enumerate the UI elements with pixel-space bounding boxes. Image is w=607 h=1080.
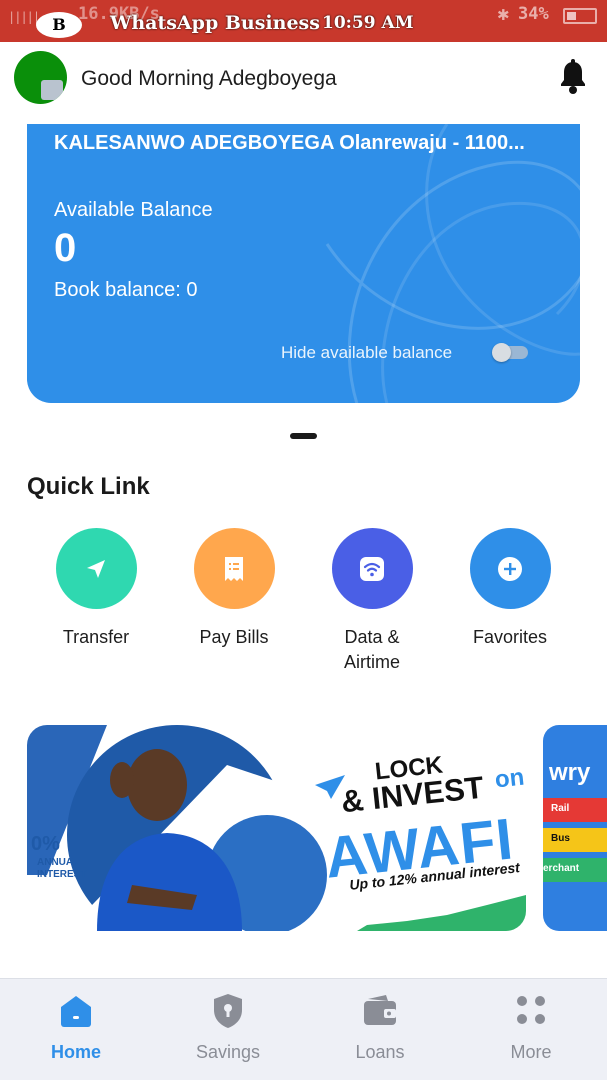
banner2-row-bus: Bus bbox=[543, 828, 607, 852]
book-balance: Book balance: 0 bbox=[54, 279, 198, 301]
balance-card[interactable]: KALESANWO ADEGBOYEGA Olanrewaju - 1100..… bbox=[27, 124, 580, 403]
plus-icon bbox=[498, 556, 522, 581]
bottom-nav: Home Savings Loans More bbox=[0, 978, 607, 1080]
quick-link-pay-bills[interactable]: Pay Bills bbox=[169, 528, 299, 650]
send-icon bbox=[87, 559, 105, 578]
hide-balance-label: Hide available balance bbox=[281, 343, 453, 362]
quick-link-title: Quick Link bbox=[27, 473, 150, 500]
wallet-icon bbox=[364, 995, 396, 1025]
quick-link-data-airtime[interactable]: Data & Airtime bbox=[307, 528, 437, 675]
nav-home-label: Home bbox=[50, 1042, 101, 1062]
promo-on: on bbox=[493, 763, 526, 794]
battery-icon bbox=[563, 8, 597, 24]
pay-bills-button[interactable] bbox=[193, 528, 275, 609]
avatar[interactable] bbox=[14, 51, 67, 104]
nav-loans[interactable]: Loans bbox=[325, 979, 435, 1080]
greeting-text: Good Morning Adegboyega bbox=[81, 67, 337, 90]
notification-app-title: WhatsApp Business bbox=[110, 12, 320, 34]
shield-keyhole-icon bbox=[214, 994, 242, 1028]
battery-percent: 34% bbox=[518, 4, 549, 24]
wifi-icon bbox=[360, 556, 384, 581]
status-time: 10:59 AM bbox=[322, 13, 414, 33]
promo-banner-transport[interactable]: wry Rail Bus erchant bbox=[543, 725, 607, 931]
favorites-label: Favorites bbox=[472, 627, 548, 647]
available-balance-label: Available Balance bbox=[54, 199, 213, 221]
promo-interest-fragment: 0% bbox=[31, 833, 60, 855]
grid-dots-icon bbox=[517, 996, 545, 1024]
whatsapp-business-badge: B bbox=[36, 12, 82, 38]
nav-savings-label: Savings bbox=[195, 1042, 261, 1062]
data-airtime-button[interactable] bbox=[331, 528, 413, 609]
quick-link-transfer[interactable]: Transfer bbox=[31, 528, 161, 650]
favorites-button[interactable] bbox=[469, 528, 551, 609]
available-balance-value: 0 bbox=[54, 226, 77, 270]
receipt-icon bbox=[225, 556, 243, 581]
nav-savings[interactable]: Savings bbox=[173, 979, 283, 1080]
quick-link-favorites[interactable]: Favorites bbox=[445, 528, 575, 650]
banner2-row-merchant: erchant bbox=[543, 858, 607, 882]
nav-more-label: More bbox=[510, 1042, 552, 1062]
home-icon bbox=[61, 996, 91, 1027]
pay-bills-label: Pay Bills bbox=[199, 627, 269, 647]
bluetooth-icon: ✱ bbox=[497, 7, 510, 24]
nav-loans-label: Loans bbox=[355, 1042, 405, 1062]
status-bar: ||||| B 16.9KB/s WhatsApp Business 10:59… bbox=[0, 0, 607, 42]
hide-balance-toggle[interactable] bbox=[492, 343, 528, 362]
transfer-label: Transfer bbox=[62, 627, 130, 647]
bell-icon[interactable] bbox=[558, 59, 588, 95]
account-name: KALESANWO ADEGBOYEGA Olanrewaju - 1100..… bbox=[54, 132, 525, 154]
banner2-row-rail: Rail bbox=[543, 798, 607, 822]
data-airtime-label: Data & Airtime bbox=[343, 627, 400, 672]
promo-annual: ANNUAL bbox=[37, 857, 80, 868]
promo-banner-awafi[interactable]: 0% ANNUAL INTEREST LOCK & INVEST on AWAF… bbox=[27, 725, 526, 931]
carousel-indicator bbox=[290, 433, 317, 439]
app-header: Good Morning Adegboyega bbox=[0, 42, 607, 117]
promo-interest: INTEREST bbox=[37, 869, 87, 880]
transfer-button[interactable] bbox=[55, 528, 137, 609]
nav-home[interactable]: Home bbox=[21, 979, 131, 1080]
banner2-heading: wry bbox=[549, 759, 591, 786]
signal-icon: ||||| bbox=[8, 10, 40, 24]
nav-more[interactable]: More bbox=[476, 979, 586, 1080]
